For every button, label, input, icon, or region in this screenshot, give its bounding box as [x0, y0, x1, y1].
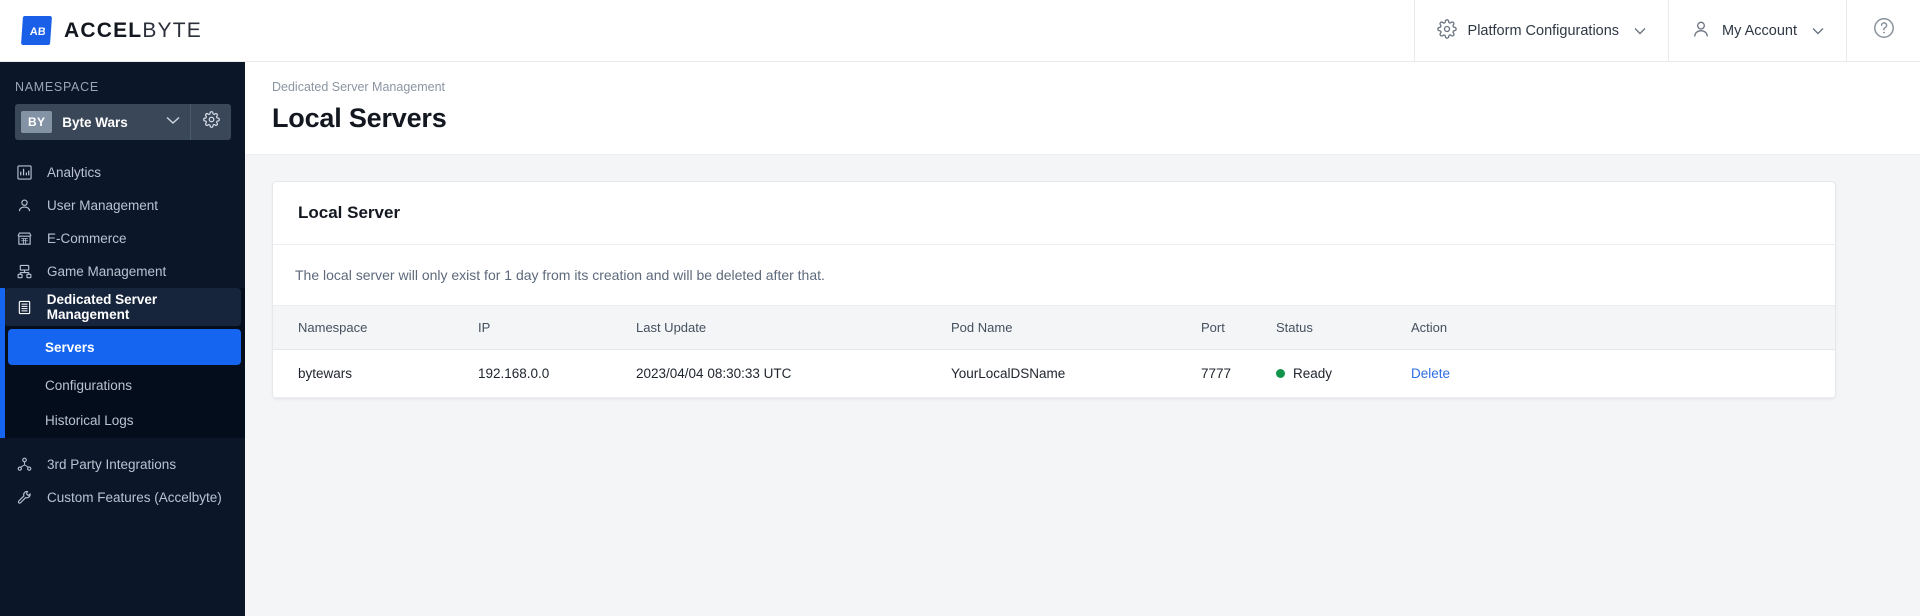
local-servers-table: Namespace IP Last Update Pod Name Port S…	[273, 306, 1835, 398]
sidebar-subitem-configurations[interactable]: Configurations	[0, 368, 245, 403]
content-area: Local Server The local server will only …	[245, 155, 1920, 399]
sidebar-item-label: Custom Features (Accelbyte)	[47, 490, 222, 505]
namespace-label: NAMESPACE	[15, 80, 99, 94]
table-head: Namespace IP Last Update Pod Name Port S…	[273, 306, 1835, 350]
namespace-row: BY Byte Wars	[0, 104, 245, 140]
column-header-ip: IP	[478, 306, 636, 350]
status-badge: Ready	[1276, 366, 1411, 381]
cell-port: 7777	[1201, 349, 1276, 398]
sidebar-item-label: E-Commerce	[47, 231, 127, 246]
sidebar-item-analytics[interactable]: Analytics	[0, 156, 245, 189]
brand-name: ACCELBYTE	[64, 19, 202, 43]
chevron-down-icon	[1812, 23, 1824, 39]
column-header-pod-name: Pod Name	[951, 306, 1201, 350]
column-header-namespace: Namespace	[273, 306, 478, 350]
accelbyte-logo-icon: AB	[20, 16, 53, 45]
table-body: bytewars 192.168.0.0 2023/04/04 08:30:33…	[273, 349, 1835, 398]
sidebar: NAMESPACE BY Byte Wars Analytics User Ma…	[0, 62, 245, 616]
column-header-last-update: Last Update	[636, 306, 951, 350]
server-rack-icon	[16, 264, 33, 279]
sidebar-item-e-commerce[interactable]: E-Commerce	[0, 222, 245, 255]
delete-link[interactable]: Delete	[1411, 366, 1450, 381]
platform-configurations-menu[interactable]: Platform Configurations	[1413, 0, 1669, 62]
breadcrumb[interactable]: Dedicated Server Management	[272, 80, 1920, 94]
brand-logo[interactable]: AB ACCELBYTE	[0, 16, 202, 45]
sidebar-item-label: Game Management	[47, 264, 167, 279]
sidebar-item-game-management[interactable]: Game Management	[0, 255, 245, 288]
sidebar-item-label: 3rd Party Integrations	[47, 457, 177, 472]
sidebar-group-dedicated-server-management: Dedicated Server Management Servers Conf…	[0, 288, 245, 438]
chart-bar-icon	[16, 165, 33, 180]
cell-pod-name: YourLocalDSName	[951, 349, 1201, 398]
body-wrapper: NAMESPACE BY Byte Wars Analytics User Ma…	[0, 62, 1920, 616]
question-circle-icon	[1872, 16, 1896, 45]
sidebar-subitem-label: Historical Logs	[45, 413, 134, 428]
sidebar-subitem-servers[interactable]: Servers	[8, 329, 241, 365]
sidebar-item-label: Dedicated Server Management	[46, 292, 158, 322]
sidebar-subitem-label: Servers	[45, 339, 95, 355]
column-header-status: Status	[1276, 306, 1411, 350]
cell-action: Delete	[1411, 349, 1835, 398]
sidebar-subitem-historical-logs[interactable]: Historical Logs	[0, 403, 245, 438]
sidebar-item-custom-features[interactable]: Custom Features (Accelbyte)	[0, 481, 245, 514]
brand-name-bold: ACCEL	[64, 18, 143, 42]
chevron-down-icon	[1634, 23, 1646, 39]
svg-text:AB: AB	[29, 26, 45, 38]
brand-name-light: BYTE	[142, 18, 202, 42]
cell-ip: 192.168.0.0	[478, 349, 636, 398]
cell-last-update: 2023/04/04 08:30:33 UTC	[636, 349, 951, 398]
my-account-label: My Account	[1722, 22, 1797, 39]
user-icon	[16, 198, 33, 213]
sidebar-item-label: User Management	[47, 198, 159, 213]
namespace-settings-button[interactable]	[190, 104, 231, 140]
sidebar-item-user-management[interactable]: User Management	[0, 189, 245, 222]
platform-configurations-label: Platform Configurations	[1467, 22, 1620, 39]
sidebar-item-dedicated-server-management[interactable]: Dedicated Server Management	[4, 288, 241, 326]
integrations-icon	[16, 457, 33, 472]
column-header-action: Action	[1411, 306, 1835, 350]
help-button[interactable]	[1846, 0, 1920, 62]
sidebar-nav-tail: 3rd Party Integrations Custom Features (…	[0, 438, 245, 514]
page-header: Dedicated Server Management Local Server…	[245, 62, 1920, 155]
sidebar-subitem-label: Configurations	[45, 378, 133, 393]
gear-icon	[202, 111, 220, 133]
status-dot-icon	[1276, 369, 1285, 378]
topbar-actions: Platform Configurations My Account	[1413, 0, 1920, 62]
namespace-badge: BY	[21, 111, 53, 133]
namespace-selector[interactable]: BY Byte Wars	[15, 104, 190, 140]
local-server-card: Local Server The local server will only …	[272, 181, 1836, 399]
server-icon	[16, 300, 33, 315]
user-icon	[1691, 19, 1711, 43]
table-row: bytewars 192.168.0.0 2023/04/04 08:30:33…	[273, 349, 1835, 398]
table-header-row: Namespace IP Last Update Pod Name Port S…	[273, 306, 1835, 350]
main-content: Dedicated Server Management Local Server…	[245, 62, 1920, 616]
sidebar-nav: Analytics User Management E-Commerce Gam…	[0, 156, 245, 514]
column-header-port: Port	[1201, 306, 1276, 350]
card-note: The local server will only exist for 1 d…	[273, 245, 1835, 306]
sidebar-item-3rd-party-integrations[interactable]: 3rd Party Integrations	[0, 448, 245, 481]
my-account-menu[interactable]: My Account	[1668, 0, 1846, 62]
card-title: Local Server	[273, 182, 1835, 245]
gear-icon	[1436, 18, 1457, 43]
top-bar: AB ACCELBYTE Platform Configurations My …	[0, 0, 1920, 62]
chevron-down-icon	[166, 116, 180, 128]
cell-namespace: bytewars	[273, 349, 478, 398]
sidebar-item-label: Analytics	[47, 165, 102, 180]
status-label: Ready	[1293, 366, 1333, 381]
namespace-name: Byte Wars	[62, 114, 128, 130]
wrench-icon	[16, 490, 33, 505]
page-title: Local Servers	[272, 103, 447, 133]
store-icon	[16, 231, 33, 246]
cell-status: Ready	[1276, 349, 1411, 398]
